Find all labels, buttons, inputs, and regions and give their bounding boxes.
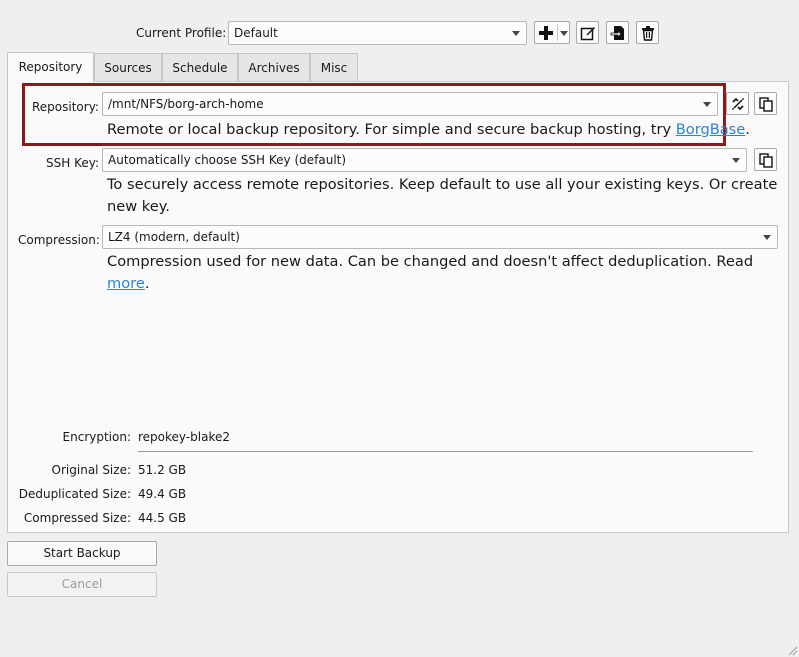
tab-misc-label: Misc <box>320 61 348 75</box>
export-profile-button[interactable] <box>606 21 629 44</box>
borgbase-link[interactable]: BorgBase <box>676 121 745 138</box>
unlink-repository-button[interactable] <box>726 92 749 115</box>
chevron-down-icon <box>703 102 711 107</box>
dropdown-icon[interactable] <box>560 31 568 36</box>
repository-help: Remote or local backup repository. For s… <box>107 119 750 141</box>
chevron-down-icon <box>732 158 740 163</box>
unlink-icon <box>732 97 744 111</box>
encryption-value: repokey-blake2 <box>138 430 230 444</box>
ssh-key-select-value: Automatically choose SSH Key (default) <box>108 153 347 167</box>
original-size-label: Original Size: <box>51 463 131 477</box>
deduplicated-size-label: Deduplicated Size: <box>18 487 131 501</box>
resize-grip-icon[interactable] <box>786 644 798 656</box>
copy-icon <box>759 153 773 168</box>
compression-select[interactable]: LZ4 (modern, default) <box>102 225 778 249</box>
repository-select-value: /mnt/NFS/borg-arch-home <box>108 97 264 111</box>
repository-label: Repository: <box>32 100 99 114</box>
compression-more-link[interactable]: more <box>107 275 145 292</box>
tab-repository[interactable]: Repository <box>7 52 94 82</box>
tab-misc[interactable]: Misc <box>310 53 358 82</box>
original-size-value: 51.2 GB <box>138 463 187 477</box>
trash-icon <box>642 26 654 41</box>
copy-ssh-key-button[interactable] <box>754 148 777 171</box>
ssh-key-label: SSH Key: <box>46 156 99 170</box>
repository-help-end: . <box>745 121 750 138</box>
tab-repository-label: Repository <box>18 60 83 74</box>
ssh-key-help-line2: new key. <box>107 198 170 215</box>
copy-repository-button[interactable] <box>754 92 777 115</box>
compression-select-value: LZ4 (modern, default) <box>108 230 240 244</box>
repository-help-text: Remote or local backup repository. For s… <box>107 121 676 138</box>
start-backup-button[interactable]: Start Backup <box>7 541 157 566</box>
compression-label: Compression: <box>18 233 100 247</box>
tab-archives[interactable]: Archives <box>238 53 310 82</box>
tab-archives-label: Archives <box>248 61 300 75</box>
repository-select[interactable]: /mnt/NFS/borg-arch-home <box>102 92 718 116</box>
edit-icon <box>580 27 595 41</box>
compression-help-end: . <box>144 275 150 292</box>
tab-schedule-label: Schedule <box>172 61 228 75</box>
deduplicated-size-value: 49.4 GB <box>138 487 187 501</box>
compression-help: Compression used for new data. Can be ch… <box>107 251 799 295</box>
profile-select[interactable]: Default <box>228 21 527 45</box>
encryption-divider <box>138 451 753 452</box>
tab-sources[interactable]: Sources <box>94 53 162 82</box>
delete-profile-button[interactable] <box>636 21 659 44</box>
export-icon <box>610 26 624 40</box>
tab-sources-label: Sources <box>104 61 152 75</box>
copy-icon <box>759 97 773 112</box>
current-profile-label: Current Profile: <box>136 26 227 40</box>
encryption-label: Encryption: <box>62 430 131 444</box>
edit-profile-button[interactable] <box>576 21 599 44</box>
cancel-button[interactable]: Cancel <box>7 572 157 597</box>
profile-select-value: Default <box>234 26 278 40</box>
ssh-key-select[interactable]: Automatically choose SSH Key (default) <box>102 148 747 172</box>
add-icon <box>539 26 553 40</box>
add-profile-button[interactable] <box>534 21 570 44</box>
tab-schedule[interactable]: Schedule <box>162 53 238 82</box>
chevron-down-icon <box>512 31 520 36</box>
ssh-key-help-line1: To securely access remote repositories. … <box>107 176 778 193</box>
compression-help-text: Compression used for new data. Can be ch… <box>107 253 754 270</box>
compressed-size-label: Compressed Size: <box>23 511 131 525</box>
chevron-down-icon <box>763 235 771 240</box>
compressed-size-value: 44.5 GB <box>138 511 187 525</box>
